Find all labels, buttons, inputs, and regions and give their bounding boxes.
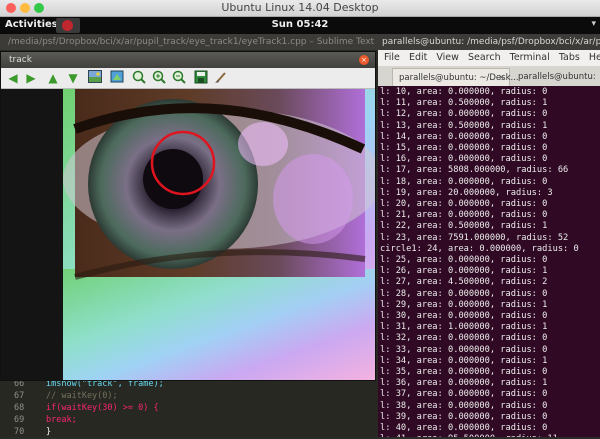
- terminal-line: l: 40, area: 0.000000, radius: 0: [380, 423, 548, 433]
- down-arrow-icon[interactable]: ▼: [65, 70, 81, 86]
- right-arrow-icon[interactable]: ▶: [23, 70, 39, 86]
- track-window-title: track: [9, 55, 32, 65]
- terminal-line: l: 23, area: 7591.000000, radius: 52: [380, 232, 569, 243]
- zoom-fit-icon[interactable]: [131, 70, 147, 86]
- track-window-titlebar[interactable]: track ×: [1, 52, 375, 68]
- panel-clock[interactable]: Sun 05:42: [0, 19, 600, 30]
- menu-view[interactable]: View: [436, 52, 459, 63]
- terminal-tab-2[interactable]: parallels@ubuntu:: [512, 68, 600, 86]
- terminal-line: l: 27, area: 4.500000, radius: 2: [380, 277, 548, 288]
- terminal-line: l: 14, area: 0.000000, radius: 0: [380, 131, 548, 142]
- terminal-line: circle1: 24, area: 0.000000, radius: 0: [380, 243, 579, 254]
- terminal-line: l: 39, area: 0.000000, radius: 0: [380, 411, 548, 422]
- host-window-title: Ubuntu Linux 14.04 Desktop: [221, 1, 379, 14]
- terminal-line: l: 12, area: 0.000000, radius: 0: [380, 109, 548, 120]
- terminal-tab-1[interactable]: parallels@ubuntu: ~/Desk... ×: [392, 68, 519, 86]
- terminal-tab-bar: parallels@ubuntu: ~/Desk... × parallels@…: [378, 66, 600, 86]
- terminal-line: l: 25, area: 0.000000, radius: 0: [380, 255, 548, 265]
- line-number: 68: [14, 403, 25, 413]
- close-icon[interactable]: ×: [359, 55, 369, 65]
- terminal-window: parallels@ubuntu: /media/psf/Dropbox/bci…: [378, 34, 600, 437]
- terminal-line: l: 20, area: 0.000000, radius: 0: [380, 199, 548, 209]
- terminal-line: l: 10, area: 0.000000, radius: 0: [380, 87, 548, 97]
- image-viewport[interactable]: [1, 89, 375, 380]
- terminal-line: l: 21, area: 0.000000, radius: 0: [380, 210, 548, 221]
- menu-help[interactable]: Help: [589, 52, 600, 63]
- eye-image: [63, 89, 375, 380]
- camera-frame: [63, 89, 375, 380]
- menu-tabs[interactable]: Tabs: [559, 52, 580, 63]
- terminal-line: l: 13, area: 0.500000, radius: 1: [380, 120, 548, 131]
- brush-icon[interactable]: [213, 70, 229, 86]
- terminal-line: l: 19, area: 20.000000, radius: 3: [380, 187, 553, 198]
- track-toolbar: ◀ ▶ ▲ ▼: [1, 68, 375, 89]
- terminal-line: l: 17, area: 5808.000000, radius: 66: [380, 165, 569, 176]
- terminal-line: l: 22, area: 0.500000, radius: 1: [380, 221, 548, 232]
- terminal-line: l: 31, area: 1.000000, radius: 1: [380, 322, 548, 333]
- terminal-window-title: parallels@ubuntu: /media/psf/Dropbox/bci…: [378, 34, 600, 50]
- zoom-in-icon[interactable]: [151, 70, 167, 86]
- terminal-output[interactable]: l: 10, area: 0.000000, radius: 0 l: 11, a…: [378, 86, 600, 437]
- sublime-window-title: /media/psf/Dropbox/bci/x/ar/pupil_track/…: [0, 34, 378, 50]
- terminal-line: l: 35, area: 0.000000, radius: 0: [380, 367, 548, 377]
- terminal-line: l: 29, area: 0.000000, radius: 1: [380, 299, 548, 310]
- system-menu-icon[interactable]: ▾: [591, 19, 596, 29]
- code-text: if(waitKey(30) >= 0) {: [46, 403, 159, 413]
- terminal-line: l: 15, area: 0.000000, radius: 0: [380, 143, 548, 153]
- line-number: 69: [14, 415, 25, 425]
- menu-terminal[interactable]: Terminal: [510, 52, 550, 63]
- line-number: 70: [14, 427, 25, 437]
- zoom-out-icon[interactable]: [171, 70, 187, 86]
- terminal-line: l: 38, area: 0.000000, radius: 0: [380, 400, 548, 411]
- terminal-line: l: 36, area: 0.000000, radius: 1: [380, 378, 548, 389]
- terminal-line: l: 30, area: 0.000000, radius: 0: [380, 311, 548, 321]
- line-number: 67: [14, 391, 25, 401]
- up-arrow-icon[interactable]: ▲: [45, 70, 61, 86]
- track-window: track × ◀ ▶ ▲ ▼: [0, 51, 376, 381]
- save-region-icon[interactable]: [109, 70, 125, 86]
- terminal-line: l: 18, area: 0.000000, radius: 0: [380, 176, 548, 187]
- code-text: break;: [46, 415, 77, 425]
- code-text: // waitKey(0);: [46, 391, 118, 401]
- close-icon[interactable]: ×: [498, 69, 505, 86]
- terminal-line: l: 16, area: 0.000000, radius: 0: [380, 154, 548, 165]
- image-icon[interactable]: [87, 70, 103, 86]
- menu-file[interactable]: File: [384, 52, 400, 63]
- terminal-tab-label: parallels@ubuntu:: [518, 72, 596, 82]
- ubuntu-top-panel: Activities Sun 05:42 ▾: [0, 17, 600, 34]
- left-arrow-icon[interactable]: ◀: [5, 70, 21, 86]
- menu-edit[interactable]: Edit: [409, 52, 427, 63]
- terminal-line: l: 37, area: 0.000000, radius: 0: [380, 389, 548, 400]
- save-icon[interactable]: [193, 70, 209, 86]
- code-text: }: [46, 427, 52, 437]
- menu-search[interactable]: Search: [468, 52, 501, 63]
- terminal-line: l: 11, area: 0.500000, radius: 1: [380, 98, 548, 109]
- terminal-line: l: 26, area: 0.000000, radius: 1: [380, 266, 548, 277]
- terminal-line: l: 28, area: 0.000000, radius: 0: [380, 288, 548, 299]
- terminal-line: l: 32, area: 0.000000, radius: 0: [380, 333, 548, 344]
- host-window-titlebar: Ubuntu Linux 14.04 Desktop: [0, 0, 600, 17]
- terminal-line: l: 34, area: 0.000000, radius: 1: [380, 355, 548, 366]
- terminal-line: l: 33, area: 0.000000, radius: 0: [380, 344, 548, 355]
- terminal-menubar: File Edit View Search Terminal Tabs Help: [378, 50, 600, 66]
